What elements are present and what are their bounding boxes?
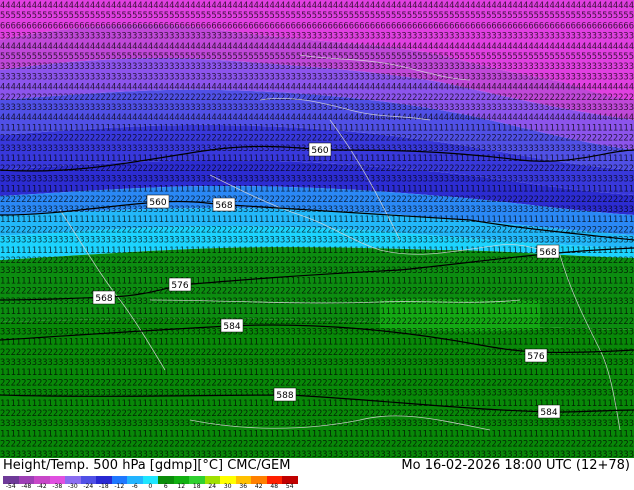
temperature-value-row: 3333333333333333333333333333333333333333… bbox=[0, 174, 634, 184]
colorbar-tick-label: 0 bbox=[148, 483, 153, 490]
svg-text:584: 584 bbox=[540, 408, 557, 418]
temperature-value-row: 3333333333333333333333333333333333333333… bbox=[0, 32, 634, 42]
colorbar-tick-label: 48 bbox=[270, 483, 279, 490]
colorbar-tick-label: 12 bbox=[177, 483, 186, 490]
colorbar-tick-label: -48 bbox=[21, 483, 32, 490]
svg-text:576: 576 bbox=[527, 352, 544, 362]
contour-label: 584 bbox=[220, 318, 244, 333]
temperature-value-row: 5555555555555555555555555555555555555555… bbox=[0, 11, 634, 21]
temperature-value-row: 3333333333333333333333333333333333333333… bbox=[0, 62, 634, 72]
temperature-value-row: 1111111111111111111111111111111111111111… bbox=[0, 123, 634, 133]
temperature-value-row: 3333333333333333333333333333333333333333… bbox=[0, 450, 634, 458]
svg-text:588: 588 bbox=[276, 391, 293, 401]
temperature-value-row: 4444444444444444444444444444444444444444… bbox=[0, 1, 634, 11]
contour-label: 584 bbox=[537, 404, 561, 419]
contour-label: 568 bbox=[536, 244, 560, 259]
temperature-value-row: 2222222222222222222222222222222222222222… bbox=[0, 225, 634, 235]
temperature-value-row: 1111111111111111111111111111111111111111… bbox=[0, 307, 634, 317]
contour-label: 560 bbox=[308, 142, 332, 157]
temperature-value-row: 2222222222222222222222222222222222222222… bbox=[0, 134, 634, 144]
contour-label: 560 bbox=[146, 194, 170, 209]
colorbar-tick-label: -54 bbox=[5, 483, 16, 490]
colorbar-tick-label: -12 bbox=[114, 483, 125, 490]
colorbar-tick-label: 30 bbox=[223, 483, 232, 490]
temperature-value-row: 2222222222222222222222222222222222222222… bbox=[0, 195, 634, 205]
svg-text:568: 568 bbox=[95, 294, 112, 304]
temperature-value-row: 1111111111111111111111111111111111111111… bbox=[0, 215, 634, 225]
temperature-value-row: 1111111111111111111111111111111111111111… bbox=[0, 429, 634, 439]
svg-text:584: 584 bbox=[223, 322, 240, 332]
contour-label: 576 bbox=[168, 277, 192, 292]
colorbar-tick-label: -18 bbox=[98, 483, 109, 490]
colorbar-tick-label: 6 bbox=[163, 483, 168, 490]
temperature-value-row: 4444444444444444444444444444444444444444… bbox=[0, 83, 634, 93]
temperature-value-row: 3333333333333333333333333333333333333333… bbox=[0, 72, 634, 82]
footer-bar: Height/Temp. 500 hPa [gdmp][°C] CMC/GEM … bbox=[0, 458, 634, 490]
colorbar: -54 -48 -42 -38 -30 -24 -18 -12 -6 0 6 12 18 24 30 36 42… bbox=[3, 476, 298, 490]
colorbar-tick-label: -38 bbox=[52, 483, 63, 490]
temperature-value-row: 1111111111111111111111111111111111111111… bbox=[0, 276, 634, 286]
svg-text:560: 560 bbox=[311, 146, 328, 156]
product-title: Height/Temp. 500 hPa [gdmp][°C] CMC/GEM bbox=[3, 458, 291, 473]
temperature-value-row: 3333333333333333333333333333333333333333… bbox=[0, 236, 634, 246]
colorbar-tick-label: 42 bbox=[254, 483, 263, 490]
svg-text:560: 560 bbox=[149, 198, 166, 208]
temperature-value-row: 1111111111111111111111111111111111111111… bbox=[0, 368, 634, 378]
temperature-value-row: 2222222222222222222222222222222222222222… bbox=[0, 93, 634, 103]
temperature-value-row: 1111111111111111111111111111111111111111… bbox=[0, 338, 634, 348]
temperature-value-row: 1111111111111111111111111111111111111111… bbox=[0, 185, 634, 195]
contour-label: 568 bbox=[92, 290, 116, 305]
temperature-value-row: 4444444444444444444444444444444444444444… bbox=[0, 113, 634, 123]
temperature-value-row: 2222222222222222222222222222222222222222… bbox=[0, 378, 634, 388]
temperature-value-row: 3333333333333333333333333333333333333333… bbox=[0, 419, 634, 429]
temperature-value-row: 3333333333333333333333333333333333333333… bbox=[0, 327, 634, 337]
colorbar-tick-label: -6 bbox=[131, 483, 138, 490]
map-area: 4444444444444444444444444444444444444444… bbox=[0, 0, 634, 458]
contour-label: 568 bbox=[212, 197, 236, 212]
svg-text:576: 576 bbox=[171, 281, 188, 291]
colorbar-tick-label: 24 bbox=[208, 483, 217, 490]
temperature-value-row: 6666666666666666666666666666666666666666… bbox=[0, 21, 634, 31]
temperature-value-row: 2222222222222222222222222222222222222222… bbox=[0, 164, 634, 174]
colorbar-tick-label: -42 bbox=[36, 483, 47, 490]
colorbar-tick-label: 18 bbox=[192, 483, 201, 490]
contour-label: 576 bbox=[524, 348, 548, 363]
svg-text:568: 568 bbox=[539, 248, 556, 258]
temperature-value-row: 2222222222222222222222222222222222222222… bbox=[0, 440, 634, 450]
colorbar-tick-label: -30 bbox=[67, 483, 78, 490]
temperature-map: 4444444444444444444444444444444444444444… bbox=[0, 0, 634, 458]
colorbar-tick-label: -24 bbox=[83, 483, 94, 490]
temperature-value-row: 4444444444444444444444444444444444444444… bbox=[0, 42, 634, 52]
colorbar-tick-label: 36 bbox=[239, 483, 248, 490]
contour-label: 588 bbox=[273, 387, 297, 402]
svg-text:568: 568 bbox=[215, 201, 232, 211]
temperature-value-row: 3333333333333333333333333333333333333333… bbox=[0, 103, 634, 113]
colorbar-tick-label: 54 bbox=[285, 483, 294, 490]
valid-time: Mo 16-02-2026 18:00 UTC (12+78) bbox=[401, 458, 630, 473]
